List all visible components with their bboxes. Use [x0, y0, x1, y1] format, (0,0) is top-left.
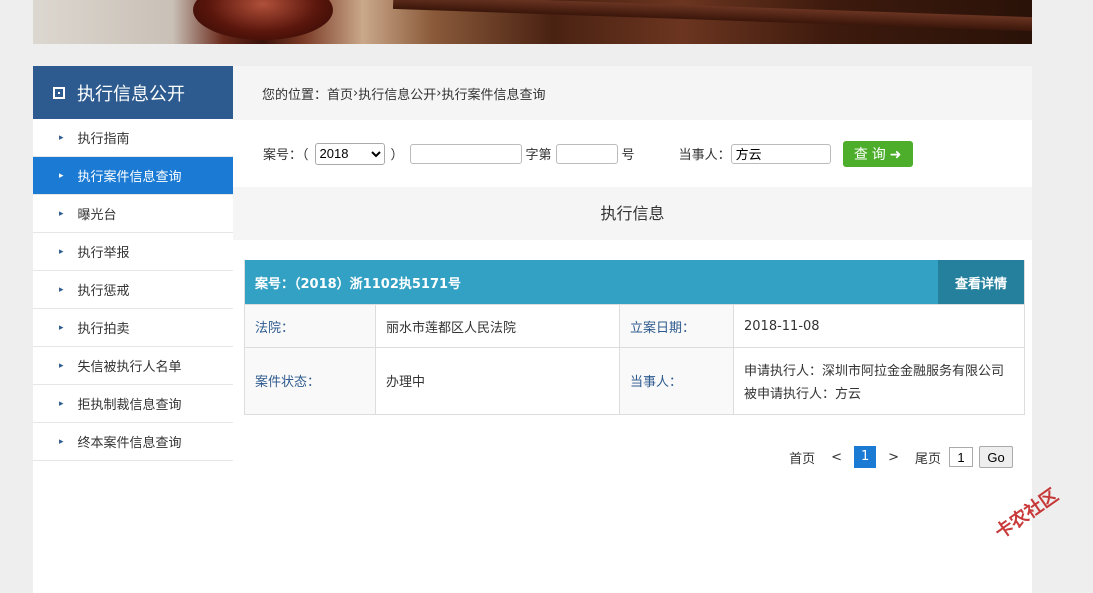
section-title: 执行信息 [233, 187, 1032, 240]
header-banner [33, 0, 1032, 44]
status-value: 办理中 [375, 347, 620, 414]
sidebar-item-dishonest-list[interactable]: ▸ 失信被执行人名单 [33, 347, 233, 385]
search-button[interactable]: 查 询 ➜ [842, 140, 913, 167]
search-form: 案号：（ 2018 ） 字第 号 当事人： 查 询 ➜ [233, 120, 1032, 187]
prev-page-link[interactable]: < [831, 450, 842, 465]
sidebar-item-report[interactable]: ▸ 执行举报 [33, 233, 233, 271]
zi-label: 字第 [525, 148, 552, 163]
square-icon [53, 86, 65, 99]
sidebar-item-label: 拒执制裁信息查询 [77, 398, 182, 413]
year-select[interactable]: 2018 [314, 142, 385, 165]
go-button[interactable]: Go [979, 446, 1013, 468]
first-page-link[interactable]: 首页 [789, 448, 815, 467]
sidebar-item-guide[interactable]: ▸ 执行指南 [33, 119, 233, 157]
table-row: 案件状态： 办理中 当事人： 申请执行人：深圳市阿拉金金融服务有限公司 被申请执… [245, 347, 1024, 414]
case-card: 案号：（2018）浙1102执5171号 查看详情 法院： 丽水市莲都区人民法院… [244, 260, 1025, 415]
sidebar-item-label: 失信被执行人名单 [77, 360, 182, 375]
sidebar-item-label: 执行指南 [77, 132, 130, 147]
breadcrumb-prefix: 您的位置： [262, 87, 328, 103]
status-label: 案件状态： [245, 347, 376, 414]
case-number-label: 案号：（ [263, 148, 309, 163]
sidebar-item-sanction-query[interactable]: ▸ 拒执制裁信息查询 [33, 385, 233, 423]
next-page-link[interactable]: > [888, 450, 899, 465]
sidebar-item-label: 执行举报 [77, 246, 130, 261]
chevron-right-icon: ▸ [59, 360, 64, 371]
gavel-handle-image [392, 0, 1032, 32]
main-content: 您的位置： 首页 › 执行信息公开 › 执行案件信息查询 案号：（ 2018 ）… [233, 66, 1032, 593]
case-info-table: 法院： 丽水市莲都区人民法院 立案日期： 2018-11-08 案件状态： 办理… [245, 304, 1024, 414]
sidebar: 执行信息公开 ▸ 执行指南 ▸ 执行案件信息查询 ▸ 曝光台 ▸ 执行举报 ▸ 执行惩戒 … [33, 66, 233, 593]
party-label: 当事人： [678, 148, 731, 163]
sidebar-item-auction[interactable]: ▸ 执行拍卖 [33, 309, 233, 347]
case-number-input[interactable] [555, 143, 618, 164]
chevron-right-icon: ▸ [59, 436, 64, 447]
table-row: 法院： 丽水市莲都区人民法院 立案日期： 2018-11-08 [245, 304, 1024, 348]
chevron-right-icon: ▸ [59, 132, 64, 143]
court-label: 法院： [245, 304, 376, 348]
breadcrumb-level1[interactable]: 执行信息公开 [358, 84, 436, 103]
view-detail-button[interactable]: 查看详情 [938, 260, 1024, 304]
case-number: 案号：（2018）浙1102执5171号 [255, 276, 462, 292]
sidebar-item-terminated-query[interactable]: ▸ 终本案件信息查询 [33, 423, 233, 461]
party-input[interactable] [730, 143, 831, 164]
filing-date-label: 立案日期： [619, 304, 734, 348]
last-page-link[interactable]: 尾页 [915, 448, 941, 467]
sidebar-title: 执行信息公开 [77, 83, 185, 105]
sidebar-item-label: 终本案件信息查询 [77, 436, 182, 451]
breadcrumb-home[interactable]: 首页 [327, 84, 353, 103]
applicant: 申请执行人：深圳市阿拉金金融服务有限公司 [744, 363, 1005, 379]
party-label: 当事人： [619, 347, 734, 414]
chevron-right-icon: ▸ [59, 170, 64, 181]
sidebar-header: 执行信息公开 [33, 66, 233, 119]
goto-page-input[interactable] [949, 447, 973, 467]
court-value: 丽水市莲都区人民法院 [375, 304, 620, 348]
chevron-right-icon: ▸ [59, 284, 64, 295]
hao-label: 号 [621, 148, 635, 163]
case-card-header: 案号：（2018）浙1102执5171号 查看详情 [245, 260, 1024, 304]
pagination: 首页 < 1 > 尾页 Go [781, 446, 1013, 468]
party-value: 申请执行人：深圳市阿拉金金融服务有限公司 被申请执行人：方云 [733, 347, 1024, 414]
chevron-right-icon: ▸ [59, 208, 64, 219]
sidebar-item-discipline[interactable]: ▸ 执行惩戒 [33, 271, 233, 309]
sidebar-item-label: 执行惩戒 [77, 284, 130, 299]
gavel-image [193, 0, 333, 40]
close-paren-label: ） [390, 148, 404, 163]
filing-date-value: 2018-11-08 [733, 304, 1024, 348]
case-prefix-input[interactable] [409, 143, 522, 164]
sidebar-item-case-query[interactable]: ▸ 执行案件信息查询 [33, 157, 233, 195]
breadcrumb: 您的位置： 首页 › 执行信息公开 › 执行案件信息查询 [233, 66, 1032, 120]
respondent: 被申请执行人：方云 [744, 386, 862, 402]
breadcrumb-level2[interactable]: 执行案件信息查询 [441, 84, 545, 103]
current-page[interactable]: 1 [854, 446, 877, 468]
chevron-right-icon: ▸ [59, 398, 64, 409]
sidebar-item-label: 执行案件信息查询 [77, 170, 182, 185]
sidebar-item-label: 曝光台 [77, 208, 117, 223]
sidebar-item-exposure[interactable]: ▸ 曝光台 [33, 195, 233, 233]
sidebar-item-label: 执行拍卖 [77, 322, 130, 337]
chevron-right-icon: ▸ [59, 322, 64, 333]
chevron-right-icon: ▸ [59, 246, 64, 257]
